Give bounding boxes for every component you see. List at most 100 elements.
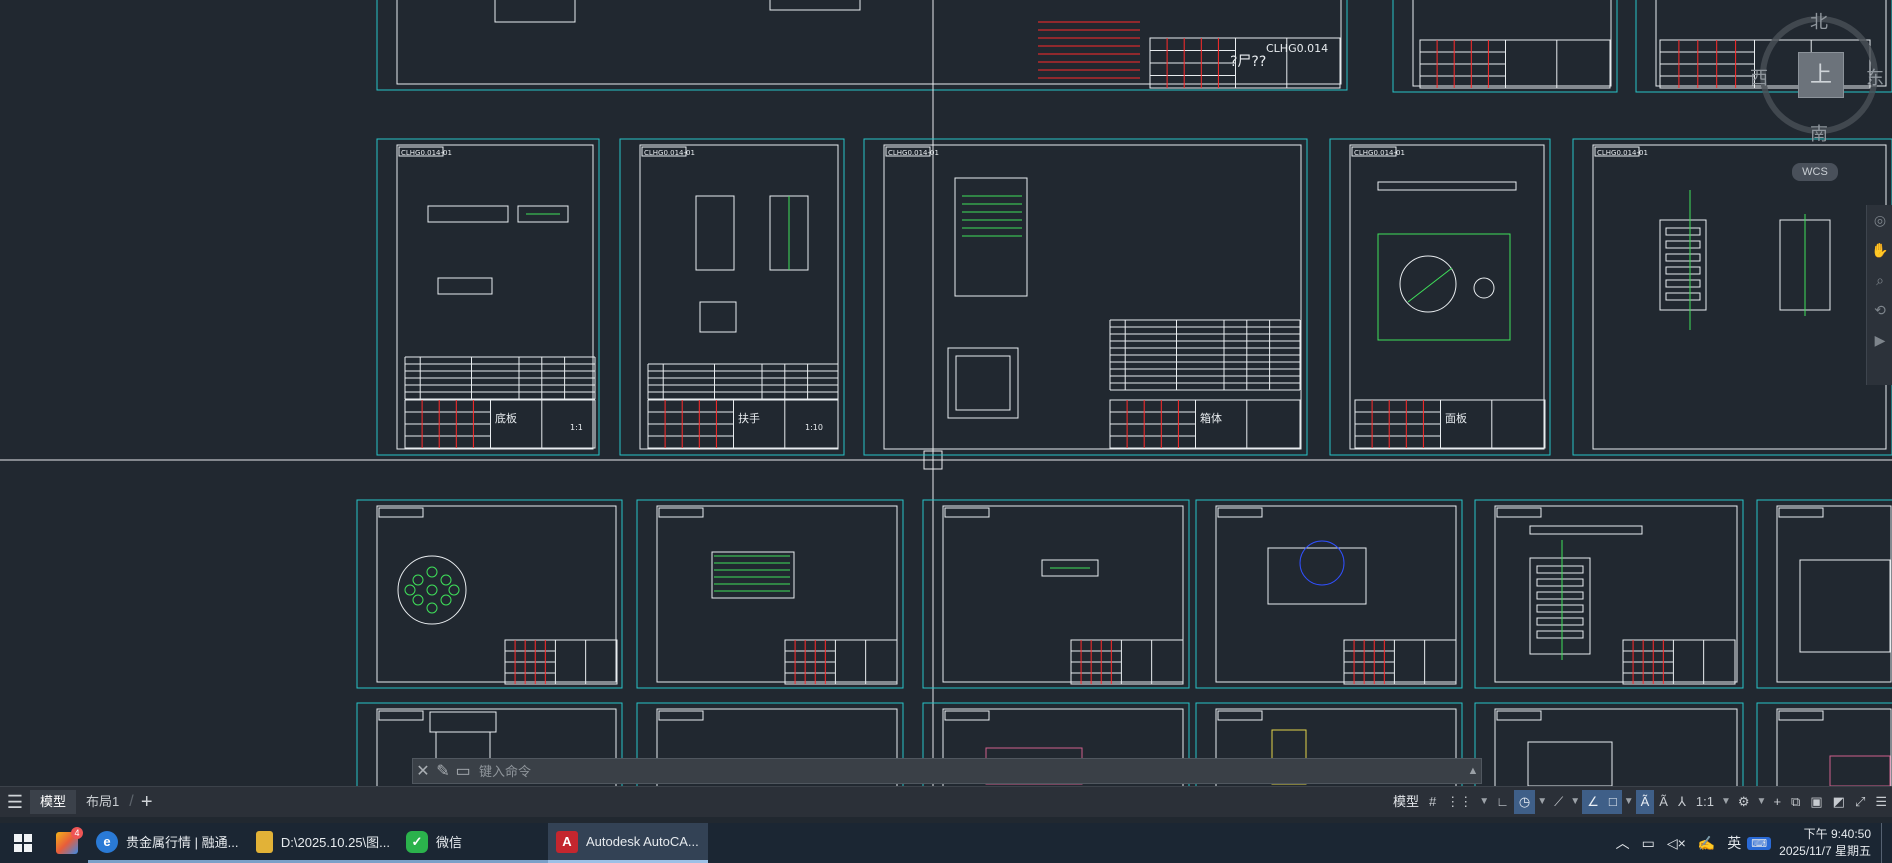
scale-button[interactable]: 1:1 — [1691, 790, 1719, 814]
part-outline[interactable] — [769, 0, 861, 11]
isodraft-dropdown-icon[interactable]: ▼ — [1568, 790, 1582, 814]
tab-layout1[interactable]: 布局1 — [76, 790, 129, 814]
part-title[interactable]: ?尸?? — [1230, 54, 1266, 70]
sheet-tag-box[interactable] — [1778, 507, 1824, 518]
drawing-sheet[interactable] — [922, 499, 1190, 689]
part-outline[interactable] — [1659, 219, 1707, 311]
sheet-tag-box[interactable] — [1217, 507, 1263, 518]
sheet-border[interactable] — [656, 505, 898, 683]
sheet-tag[interactable]: CLHG0.014-01 — [888, 149, 939, 157]
part-title[interactable]: 箱体 — [1200, 411, 1222, 425]
add-layout-button[interactable]: + — [134, 791, 160, 814]
sheet-border[interactable] — [1592, 144, 1887, 450]
hole[interactable] — [1473, 277, 1495, 299]
sheet-tag-box[interactable] — [1778, 710, 1824, 721]
sheet-border[interactable] — [1349, 144, 1545, 450]
customize-wrench-icon[interactable]: ✎ — [433, 761, 453, 781]
part-outline[interactable] — [695, 195, 735, 271]
grid-icon[interactable]: # — [1424, 790, 1441, 814]
sheet-tag-box[interactable] — [378, 507, 424, 518]
isolate-objects-icon[interactable]: ◩ — [1828, 790, 1850, 814]
drawing-sheet[interactable] — [376, 138, 600, 456]
sheet-tag[interactable]: CLHG0.014-01 — [1597, 149, 1648, 157]
cad-drawing[interactable]: CLHG0.014?尸?? CLHG0.014-01 CLHG0.014-01 CLH… — [0, 0, 1892, 786]
sheet-border[interactable] — [1494, 505, 1738, 683]
sheet-border[interactable] — [1412, 0, 1612, 87]
clock[interactable]: 下午 9:40:50 2025/11/7 星期五 — [1771, 826, 1881, 860]
sheet-tag-box[interactable] — [1496, 507, 1542, 518]
windows-start-icon[interactable] — [0, 823, 46, 863]
bolt-hole[interactable] — [440, 574, 452, 586]
command-line[interactable]: ✕ ✎ ▭ ▲ — [412, 758, 1482, 784]
sheet-tag-box[interactable] — [1496, 710, 1542, 721]
part-outline[interactable] — [699, 301, 737, 333]
sheet-border[interactable] — [883, 144, 1302, 450]
bolt-hole[interactable] — [426, 602, 438, 614]
network-icon[interactable]: ▭ — [1636, 835, 1661, 852]
part-outline[interactable] — [1665, 253, 1701, 262]
sheet-tag-box[interactable] — [658, 507, 704, 518]
model-space-button[interactable]: 模型 — [1388, 790, 1424, 814]
part-outline[interactable] — [494, 0, 576, 23]
sheet-tag-box[interactable] — [378, 710, 424, 721]
drawing-sheet[interactable] — [619, 138, 845, 456]
command-history-icon[interactable]: ▭ — [453, 761, 473, 781]
wcs-menu[interactable]: WCS — [1792, 163, 1838, 181]
part-outline[interactable] — [955, 355, 1011, 411]
taskbar-app-explorer[interactable]: D:\2025.10.25\图... — [248, 823, 398, 863]
part-code[interactable]: CLHG0.014 — [1266, 42, 1328, 55]
sheet-tag-box[interactable] — [944, 507, 990, 518]
part-title[interactable]: 面板 — [1445, 411, 1467, 425]
bolt-hole[interactable] — [404, 584, 416, 596]
volume-muted-icon[interactable]: ◁× — [1661, 835, 1692, 852]
snap-icon[interactable]: ⋮⋮ — [1441, 790, 1477, 814]
part-outline[interactable] — [1536, 578, 1584, 587]
part-outline[interactable] — [1529, 525, 1643, 535]
sheet-tag-box[interactable] — [944, 710, 990, 721]
chevron-up-icon[interactable]: ︿ — [1610, 833, 1636, 853]
part-outline[interactable] — [1665, 279, 1701, 288]
pen-icon[interactable]: ✍ — [1692, 835, 1721, 852]
sheet-tag-box[interactable] — [658, 710, 704, 721]
object-snap-tracking-icon[interactable]: ∠ — [1582, 790, 1604, 814]
snap-dropdown-icon[interactable]: ▼ — [1477, 790, 1491, 814]
part-outline[interactable] — [1829, 755, 1891, 786]
bolt-hole[interactable] — [426, 584, 438, 596]
part-outline[interactable] — [427, 205, 509, 223]
flange[interactable] — [397, 555, 467, 625]
taskbar-app-browser[interactable]: e 贵金属行情 | 融通... — [88, 823, 248, 863]
drawing-sheet[interactable] — [1572, 138, 1892, 456]
taskbar-app-wechat[interactable]: ✓ 微信 — [398, 823, 548, 863]
sheet-border[interactable] — [396, 0, 1342, 85]
part-outline[interactable] — [1536, 591, 1584, 600]
viewcube-top-face[interactable]: 上 — [1798, 52, 1844, 98]
scale-label[interactable]: 1:10 — [805, 423, 823, 432]
part-title[interactable]: 底板 — [495, 411, 517, 425]
part-outline[interactable] — [1536, 630, 1584, 639]
sheet-border[interactable] — [1494, 708, 1738, 786]
compass-west[interactable]: 西 — [1750, 64, 1768, 90]
compass-east[interactable]: 东 — [1866, 64, 1884, 90]
scale-dropdown-icon[interactable]: ▼ — [1719, 790, 1733, 814]
sheet-border[interactable] — [396, 144, 594, 450]
part-outline[interactable] — [1799, 559, 1891, 653]
part-outline[interactable] — [1536, 617, 1584, 626]
drawing-sheet[interactable] — [1195, 499, 1463, 689]
part-outline[interactable] — [1377, 181, 1517, 191]
steering-wheel-icon[interactable]: ◎ — [1867, 205, 1892, 235]
compass-south[interactable]: 南 — [1810, 120, 1828, 146]
drawing-sheet[interactable] — [863, 138, 1308, 456]
bolt-hole[interactable] — [426, 566, 438, 578]
store-app[interactable]: 4 — [46, 823, 88, 863]
part-title[interactable]: 扶手 — [738, 411, 760, 425]
part-outline[interactable] — [1665, 292, 1701, 301]
workspace-dropdown-icon[interactable]: ▼ — [1755, 790, 1769, 814]
taskbar-app-autocad[interactable]: A Autodesk AutoCA... — [548, 823, 708, 863]
part-outline[interactable] — [1665, 240, 1701, 249]
customization-menu-icon[interactable]: ☰ — [1870, 790, 1892, 814]
scale-label[interactable]: 1:1 — [570, 423, 583, 432]
annotation-visibility-icon[interactable]: Ã — [1635, 790, 1655, 814]
fullscreen-icon[interactable]: ⤢ — [1850, 790, 1870, 814]
isodraft-icon[interactable]: ⟋ — [1549, 790, 1568, 814]
show-desktop-button[interactable] — [1881, 823, 1892, 863]
